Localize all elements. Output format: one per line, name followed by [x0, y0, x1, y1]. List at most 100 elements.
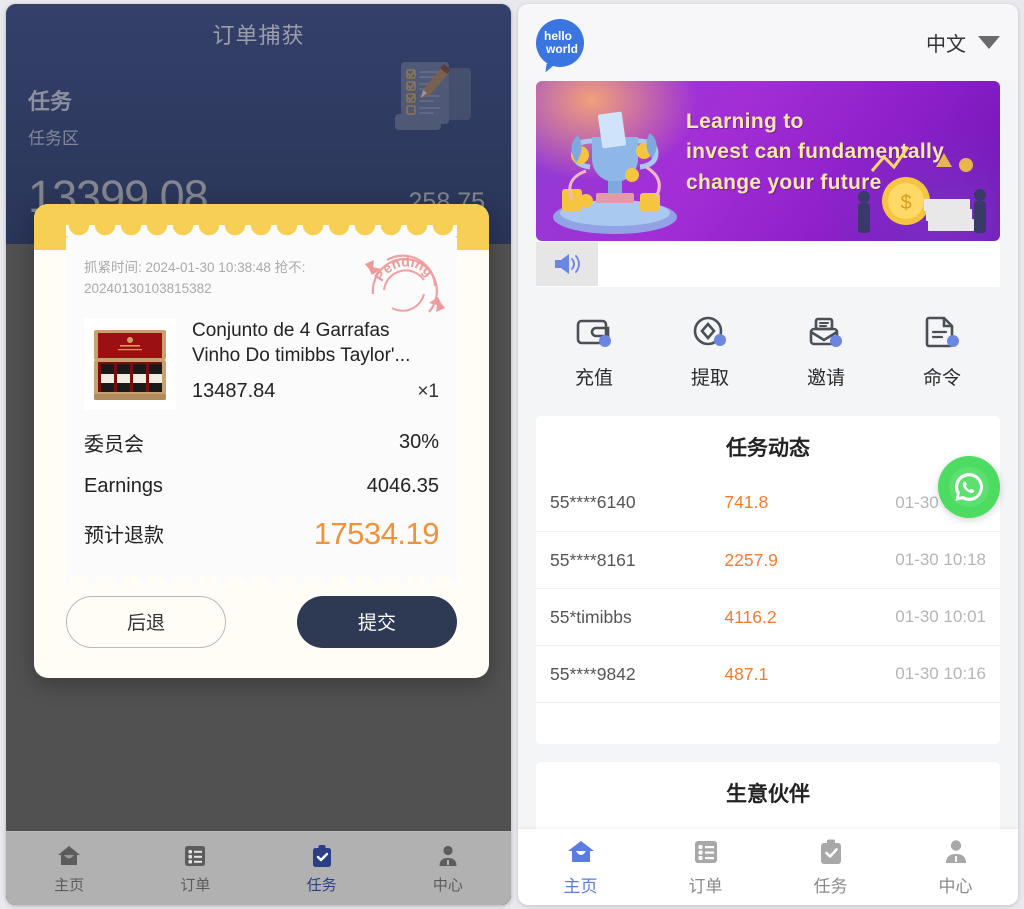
- earnings-value: 4046.35: [366, 474, 439, 497]
- product-quantity: ×1: [417, 381, 439, 403]
- nav-label-home: 主页: [54, 876, 85, 894]
- right-panel-header: hello world 中文: [518, 4, 1018, 81]
- nav-label-home: 主页: [563, 877, 598, 896]
- order-confirm-modal: 抓紧时间: 2024-01-30 10:38:48 抢不: 2024013010…: [34, 204, 489, 678]
- table-row: 55****8161 2257.9 01-30 10:18: [536, 531, 1000, 588]
- nav-item-center[interactable]: 中心: [893, 837, 1018, 897]
- dyn-time: 01-30 10:16: [895, 664, 986, 683]
- nav-label-tasks: 任务: [813, 877, 848, 896]
- left-bottom-nav: 主页 订单 任务 中心: [6, 831, 511, 905]
- nav-item-orders[interactable]: 订单: [643, 837, 768, 897]
- quick-label-withdraw: 提取: [690, 368, 729, 389]
- nav-label-center: 中心: [938, 877, 973, 896]
- user-icon: [439, 845, 457, 866]
- notice-bar: [536, 241, 1000, 287]
- ticket-body: 抓紧时间: 2024-01-30 10:38:48 抢不: 2024013010…: [66, 225, 457, 585]
- product-price-row: 13487.84 ×1: [192, 380, 439, 403]
- quick-label-command: 命令: [922, 368, 961, 389]
- dyn-amount: 4116.2: [724, 606, 777, 627]
- quick-label-invite: 邀请: [806, 368, 845, 389]
- language-selector[interactable]: 中文: [926, 28, 1000, 57]
- svg-text:$: $: [900, 192, 911, 214]
- nav-item-tasks[interactable]: 任务: [259, 843, 385, 895]
- commission-value: 30%: [398, 430, 439, 453]
- quick-action-invite[interactable]: 邀请: [768, 313, 884, 390]
- product-image: [84, 317, 176, 410]
- nav-item-orders[interactable]: 订单: [132, 843, 258, 895]
- product-row: Conjunto de 4 Garrafas Vinho Do timibbs …: [84, 317, 439, 410]
- dyn-amount: 487.1: [724, 663, 769, 684]
- speaker-icon: [555, 254, 580, 274]
- list-icon: [694, 841, 717, 863]
- whatsapp-float-button[interactable]: [938, 456, 1000, 518]
- user-icon: [945, 840, 966, 863]
- page-title: 订单捕获: [212, 23, 305, 48]
- refund-row: 预计退款 17534.19: [84, 515, 440, 552]
- refund-label: 预计退款: [84, 525, 164, 548]
- dyn-amount: 2257.9: [724, 549, 778, 570]
- speaker-button[interactable]: [536, 242, 598, 286]
- dyn-user: 55****9842: [550, 663, 636, 684]
- product-name: Conjunto de 4 Garrafas Vinho Do timibbs …: [192, 319, 411, 367]
- withdraw-diamond-icon: [693, 316, 726, 346]
- clipboard-check-icon: [312, 844, 331, 867]
- document-icon: [925, 316, 959, 348]
- nav-item-tasks[interactable]: 任务: [768, 837, 893, 897]
- quick-action-recharge[interactable]: 充值: [536, 313, 652, 390]
- logo-line-2: world: [546, 41, 578, 56]
- clipboard-checklist-icon: [395, 62, 471, 130]
- product-info: Conjunto de 4 Garrafas Vinho Do timibbs …: [192, 318, 439, 410]
- table-row: 55*timibbs 4116.2 01-30 10:01: [536, 588, 1000, 645]
- submit-button[interactable]: 提交: [297, 595, 457, 648]
- envelope-icon: [809, 317, 842, 347]
- dyn-user: 55****8161: [550, 549, 636, 570]
- dyn-time: 01-30 10:01: [895, 607, 986, 626]
- left-phone-panel: 订单捕获 任务 任务区 13399.08 258.75 抓紧时间: 2024-0…: [6, 4, 511, 905]
- task-dynamics-title: 任务动态: [726, 437, 810, 460]
- business-partners-title: 生意伙伴: [726, 783, 810, 806]
- nav-item-center[interactable]: 中心: [385, 843, 511, 895]
- commission-label: 委员会: [84, 433, 144, 456]
- refund-value: 17534.19: [313, 515, 440, 551]
- earnings-label: Earnings: [84, 474, 163, 497]
- deadline-text: 抓紧时间: 2024-01-30 10:38:48 抢不: 2024013010…: [84, 260, 306, 296]
- product-price: 13487.84: [192, 380, 276, 403]
- commission-row: 委员会 30%: [84, 428, 439, 457]
- nav-label-tasks: 任务: [306, 876, 337, 894]
- wallet-icon: [576, 319, 611, 347]
- modal-actions: 后退 提交: [34, 574, 489, 678]
- chevron-down-icon: [978, 36, 1000, 49]
- dyn-user: 55*timibbs: [550, 606, 632, 627]
- promo-banner[interactable]: Learning to invest can fundamentally cha…: [536, 81, 1000, 241]
- money-people-illustration: $: [858, 146, 986, 233]
- home-icon: [58, 845, 81, 865]
- trophy-coins-illustration: [553, 111, 677, 234]
- earnings-row: Earnings 4046.35: [84, 475, 439, 498]
- task-dynamics-card: 任务动态 55****6140 741.8 01-30 10:19 55****…: [536, 416, 1000, 744]
- quick-action-withdraw[interactable]: 提取: [652, 313, 768, 390]
- language-label: 中文: [926, 34, 966, 56]
- brand-logo[interactable]: hello world: [536, 18, 584, 67]
- nav-label-center: 中心: [432, 876, 463, 894]
- right-phone-panel: hello world 中文 Learning to invest can fu…: [518, 4, 1018, 905]
- wine-box-image: [84, 317, 176, 410]
- dyn-time: 01-30 10:18: [895, 550, 986, 569]
- whatsapp-icon: [949, 467, 989, 507]
- home-icon: [567, 841, 594, 862]
- nav-item-home[interactable]: 主页: [518, 837, 643, 897]
- dyn-user: 55****6140: [550, 492, 636, 512]
- list-icon: [185, 845, 206, 866]
- dyn-amount: 741.8: [724, 492, 769, 512]
- nav-label-orders: 订单: [180, 876, 211, 894]
- back-button[interactable]: 后退: [66, 595, 226, 648]
- nav-label-orders: 订单: [688, 877, 723, 896]
- quick-action-command[interactable]: 命令: [884, 313, 1000, 390]
- table-row: 55****6140 741.8 01-30 10:19: [536, 474, 1000, 531]
- right-bottom-nav: 主页 订单 任务 中心: [518, 829, 1018, 905]
- nav-item-home[interactable]: 主页: [6, 843, 132, 895]
- card-bottom-spacer: [536, 702, 1000, 736]
- table-row: 55****9842 487.1 01-30 10:16: [536, 645, 1000, 702]
- clipboard-check-icon: [820, 839, 841, 864]
- app-stage: 订单捕获 任务 任务区 13399.08 258.75 抓紧时间: 2024-0…: [0, 0, 1024, 909]
- quick-actions: 充值 提取 邀请 命令: [536, 299, 1000, 406]
